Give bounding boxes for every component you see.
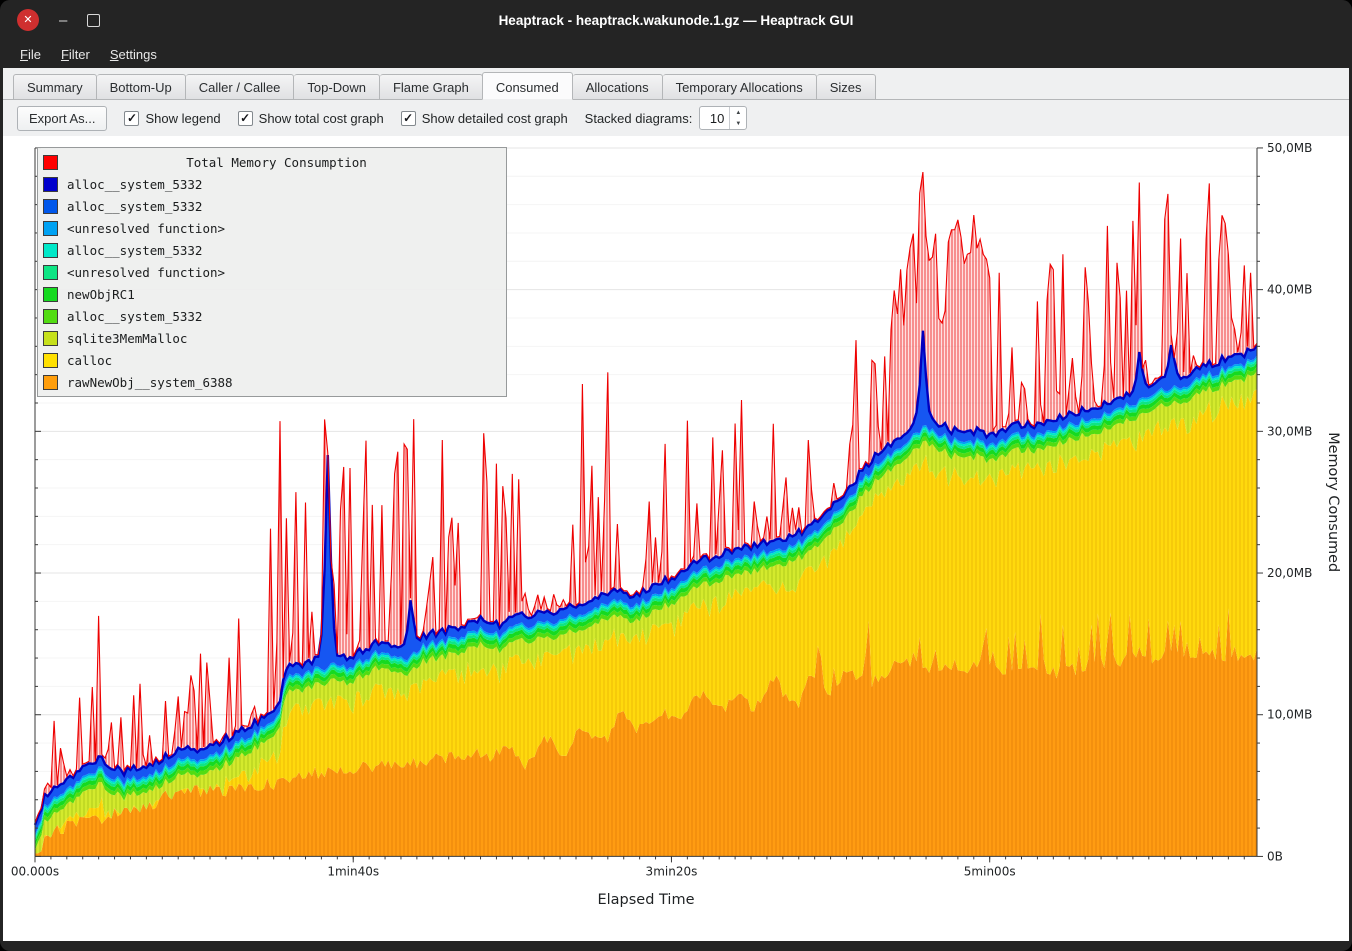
tab-consumed[interactable]: Consumed [482, 72, 573, 100]
legend-swatch [43, 199, 58, 214]
legend-item-label: sqlite3MemMalloc [67, 331, 187, 346]
svg-text:50,0MB: 50,0MB [1267, 141, 1312, 155]
legend-item: sqlite3MemMalloc [43, 327, 501, 349]
legend-swatch [43, 243, 58, 258]
svg-text:20,0MB: 20,0MB [1267, 566, 1312, 580]
show-total-cost-checkbox[interactable]: ✓ Show total cost graph [238, 111, 384, 126]
legend-items: alloc__system_5332 alloc__system_5332 <unr… [43, 173, 501, 393]
checkbox-label: Show legend [145, 111, 220, 126]
checkbox-label: Show detailed cost graph [422, 111, 568, 126]
legend-item-label: rawNewObj__system_6388 [67, 375, 233, 390]
window-title: Heaptrack - heaptrack.wakunode.1.gz — He… [3, 13, 1349, 28]
app-window: ✕ – Heaptrack - heaptrack.wakunode.1.gz … [0, 0, 1352, 951]
menu-bar: File Filter Settings [3, 40, 1349, 68]
svg-text:Memory Consumed: Memory Consumed [1325, 432, 1341, 572]
tab-summary[interactable]: Summary [13, 74, 97, 100]
show-detailed-cost-checkbox[interactable]: ✓ Show detailed cost graph [401, 111, 568, 126]
legend-swatch [43, 375, 58, 390]
export-as-button[interactable]: Export As... [17, 106, 107, 131]
stacked-diagrams-spinbox[interactable]: 10 ▲ ▼ [699, 106, 747, 130]
stacked-diagrams-label: Stacked diagrams: [585, 111, 693, 126]
minimize-icon: – [59, 12, 67, 29]
legend-item-label: alloc__system_5332 [67, 243, 202, 258]
legend-item: alloc__system_5332 [43, 305, 501, 327]
checkbox-label: Show total cost graph [259, 111, 384, 126]
legend-swatch [43, 309, 58, 324]
spinbox-buttons: ▲ ▼ [729, 107, 746, 129]
legend-item-label: <unresolved function> [67, 265, 225, 280]
tab-sizes[interactable]: Sizes [817, 74, 876, 100]
tab-temporary-allocations[interactable]: Temporary Allocations [663, 74, 817, 100]
svg-text:3min20s: 3min20s [646, 864, 698, 878]
svg-text:0B: 0B [1267, 849, 1283, 863]
checkbox-checked-icon: ✓ [401, 111, 416, 126]
tab-allocations[interactable]: Allocations [573, 74, 663, 100]
title-bar: ✕ – Heaptrack - heaptrack.wakunode.1.gz … [3, 0, 1349, 40]
checkbox-checked-icon: ✓ [238, 111, 253, 126]
svg-text:1min40s: 1min40s [327, 864, 379, 878]
spinner-up-button[interactable]: ▲ [730, 107, 746, 118]
window-controls: ✕ – [17, 9, 100, 31]
legend-item: alloc__system_5332 [43, 239, 501, 261]
tab-bar: Summary Bottom-Up Caller / Callee Top-Do… [3, 68, 1349, 100]
close-icon: ✕ [23, 15, 32, 26]
spinbox-value[interactable]: 10 [700, 107, 729, 129]
legend-swatch [43, 155, 58, 170]
menu-settings[interactable]: Settings [101, 43, 166, 66]
svg-text:30,0MB: 30,0MB [1267, 424, 1312, 438]
tab-top-down[interactable]: Top-Down [294, 74, 380, 100]
spinner-up-icon: ▲ [735, 110, 741, 116]
svg-text:10,0MB: 10,0MB [1267, 708, 1312, 722]
legend-title-row: Total Memory Consumption [43, 151, 501, 173]
legend-item-label: calloc [67, 353, 112, 368]
checkbox-checked-icon: ✓ [124, 111, 139, 126]
close-button[interactable]: ✕ [17, 9, 39, 31]
legend-swatch [43, 287, 58, 302]
menu-filter[interactable]: Filter [52, 43, 99, 66]
legend-item: rawNewObj__system_6388 [43, 371, 501, 393]
minimize-button[interactable]: – [59, 13, 67, 28]
legend-swatch [43, 331, 58, 346]
spinner-down-icon: ▼ [735, 121, 741, 127]
chart-toolbar: Export As... ✓ Show legend ✓ Show total … [3, 100, 1349, 136]
svg-text:5min00s: 5min00s [964, 864, 1016, 878]
tab-caller-callee[interactable]: Caller / Callee [186, 74, 295, 100]
legend-swatch [43, 265, 58, 280]
legend-item-label: alloc__system_5332 [67, 177, 202, 192]
legend-title: Total Memory Consumption [67, 155, 486, 170]
legend-item: newObjRC1 [43, 283, 501, 305]
legend: Total Memory Consumption alloc__system_5… [37, 147, 507, 397]
legend-item: <unresolved function> [43, 217, 501, 239]
tab-flame-graph[interactable]: Flame Graph [380, 74, 483, 100]
legend-swatch [43, 221, 58, 236]
legend-item-label: alloc__system_5332 [67, 199, 202, 214]
legend-swatch [43, 353, 58, 368]
chart-canvas[interactable]: 00.000s 1min40s 3min20s 5min00s 0B 10,0MB 20,0… [3, 136, 1349, 941]
legend-item: <unresolved function> [43, 261, 501, 283]
legend-item-label: <unresolved function> [67, 221, 225, 236]
legend-item: alloc__system_5332 [43, 195, 501, 217]
legend-item: alloc__system_5332 [43, 173, 501, 195]
legend-item-label: alloc__system_5332 [67, 309, 202, 324]
legend-item-label: newObjRC1 [67, 287, 135, 302]
maximize-button[interactable] [87, 14, 100, 27]
menu-file[interactable]: File [11, 43, 50, 66]
main-content: Summary Bottom-Up Caller / Callee Top-Do… [3, 68, 1349, 941]
tab-bottom-up[interactable]: Bottom-Up [97, 74, 186, 100]
show-legend-checkbox[interactable]: ✓ Show legend [124, 111, 220, 126]
legend-item: calloc [43, 349, 501, 371]
svg-text:40,0MB: 40,0MB [1267, 283, 1312, 297]
svg-text:Elapsed Time: Elapsed Time [598, 892, 695, 908]
svg-text:00.000s: 00.000s [11, 864, 59, 878]
spinner-down-button[interactable]: ▼ [730, 118, 746, 129]
legend-swatch [43, 177, 58, 192]
